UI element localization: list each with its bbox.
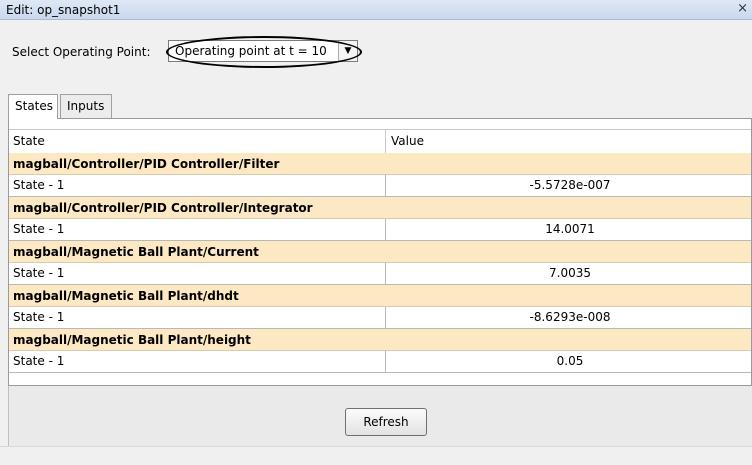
table-row[interactable]: State - 1 14.0071: [9, 219, 751, 241]
group-row[interactable]: magball/Controller/PID Controller/Integr…: [9, 197, 751, 219]
value-cell[interactable]: 0.05: [385, 351, 751, 372]
state-cell: State - 1: [13, 266, 65, 280]
group-row[interactable]: magball/Magnetic Ball Plant/Current: [9, 241, 751, 263]
status-bar: [0, 446, 752, 465]
state-cell: State - 1: [13, 310, 65, 324]
state-cell: State - 1: [13, 178, 65, 192]
operating-point-dropdown[interactable]: Operating point at t = 10 ▼: [168, 40, 358, 62]
tab-inputs[interactable]: Inputs: [60, 94, 112, 118]
window-title: Edit: op_snapshot1: [6, 3, 121, 17]
refresh-button[interactable]: Refresh: [345, 408, 427, 436]
column-header-value[interactable]: Value: [391, 134, 424, 148]
value-cell[interactable]: -5.5728e-007: [385, 175, 751, 196]
chevron-down-icon[interactable]: ▼: [338, 41, 357, 61]
table-row[interactable]: State - 1 7.0035: [9, 263, 751, 285]
table-body: magball/Controller/PID Controller/Filter…: [9, 153, 751, 373]
table-header: State Value: [9, 129, 751, 154]
group-row[interactable]: magball/Magnetic Ball Plant/height: [9, 329, 751, 351]
table-row[interactable]: State - 1 -5.5728e-007: [9, 175, 751, 197]
value-cell[interactable]: 7.0035: [385, 263, 751, 284]
tab-states[interactable]: States: [8, 94, 58, 119]
state-cell: State - 1: [13, 222, 65, 236]
value-cell[interactable]: -8.6293e-008: [385, 307, 751, 328]
table-row[interactable]: State - 1 0.05: [9, 351, 751, 373]
states-table: State Value magball/Controller/PID Contr…: [8, 118, 752, 386]
table-row[interactable]: State - 1 -8.6293e-008: [9, 307, 751, 329]
operating-point-label: Select Operating Point:: [12, 45, 151, 59]
window-titlebar: Edit: op_snapshot1 ×: [0, 0, 752, 20]
state-cell: State - 1: [13, 354, 65, 368]
group-row[interactable]: magball/Controller/PID Controller/Filter: [9, 153, 751, 175]
operating-point-value: Operating point at t = 10: [175, 44, 327, 58]
group-row[interactable]: magball/Magnetic Ball Plant/dhdt: [9, 285, 751, 307]
column-header-state[interactable]: State: [13, 134, 45, 148]
value-cell[interactable]: 14.0071: [385, 219, 751, 240]
column-divider[interactable]: [385, 130, 386, 153]
close-icon[interactable]: ×: [737, 1, 748, 16]
